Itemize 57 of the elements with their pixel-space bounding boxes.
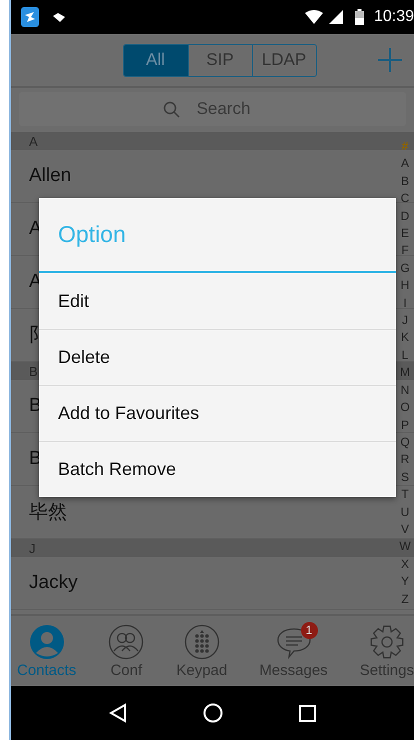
index-letter[interactable]: A (400, 155, 409, 173)
index-letter[interactable]: S (400, 468, 409, 486)
search-field[interactable]: Search (19, 92, 406, 126)
index-letter[interactable]: X (400, 556, 409, 574)
filter-tab[interactable]: All (124, 44, 188, 76)
index-letter[interactable]: P (400, 416, 409, 434)
keypad-icon[interactable] (184, 624, 220, 660)
person-icon[interactable] (28, 624, 65, 660)
home-icon[interactable] (203, 703, 223, 723)
dialog-title: Option (57, 220, 127, 249)
index-letter[interactable]: M (400, 364, 410, 382)
notification-icon (53, 12, 65, 22)
index-letter[interactable]: B (400, 172, 409, 190)
recents-icon[interactable] (299, 704, 316, 722)
add-icon[interactable] (378, 48, 402, 72)
filter-tab[interactable]: SIP (188, 44, 252, 76)
contact-name[interactable]: 毕然 (29, 499, 67, 525)
signal-icon (328, 10, 343, 24)
nav-label[interactable]: Messages (259, 662, 328, 678)
index-letter[interactable]: Q (400, 434, 410, 452)
index-letter[interactable]: J (402, 312, 408, 330)
nav-label[interactable]: Settings (360, 662, 414, 678)
wifi-icon (304, 10, 323, 24)
index-letter[interactable]: T (401, 486, 409, 504)
index-letter[interactable]: Y (400, 573, 409, 591)
index-letter[interactable]: R (400, 451, 410, 469)
app-icon (21, 7, 39, 27)
index-letter[interactable]: K (400, 329, 409, 347)
group-icon[interactable] (108, 624, 144, 660)
index-letter[interactable]: Z (401, 590, 409, 608)
index-letter[interactable]: F (401, 242, 409, 260)
menu-item[interactable]: Delete (39, 329, 396, 385)
index-letter[interactable]: W (399, 538, 411, 556)
index-letter[interactable]: C (400, 190, 410, 208)
menu-item[interactable]: Add to Favourites (39, 385, 396, 441)
index-letter[interactable]: O (400, 399, 410, 416)
nav-label[interactable]: Conf (110, 662, 142, 678)
filter-tab[interactable]: LDAP (252, 44, 316, 76)
index-letter[interactable]: V (400, 520, 409, 538)
index-letter[interactable]: G (400, 260, 410, 278)
index-letter[interactable]: I (403, 294, 407, 312)
contact-name[interactable]: Allen (29, 165, 72, 187)
menu-item[interactable]: Edit (39, 273, 396, 329)
index-letter[interactable]: U (400, 504, 410, 521)
index-letter[interactable]: H (400, 277, 410, 295)
index-letter[interactable]: N (400, 382, 410, 400)
count-badge: 1 (300, 622, 318, 638)
contact-name[interactable]: Jacky (29, 572, 78, 594)
index-letter[interactable]: E (400, 225, 409, 242)
clock: 10:39 (374, 8, 414, 26)
index-letter[interactable]: L (402, 346, 408, 364)
back-icon[interactable] (109, 703, 127, 723)
nav-label[interactable]: Keypad (176, 662, 228, 678)
menu-item[interactable]: Batch Remove (39, 441, 396, 497)
index-letter[interactable]: D (400, 208, 410, 226)
settings-icon[interactable] (368, 624, 405, 660)
battery-icon (354, 9, 364, 25)
